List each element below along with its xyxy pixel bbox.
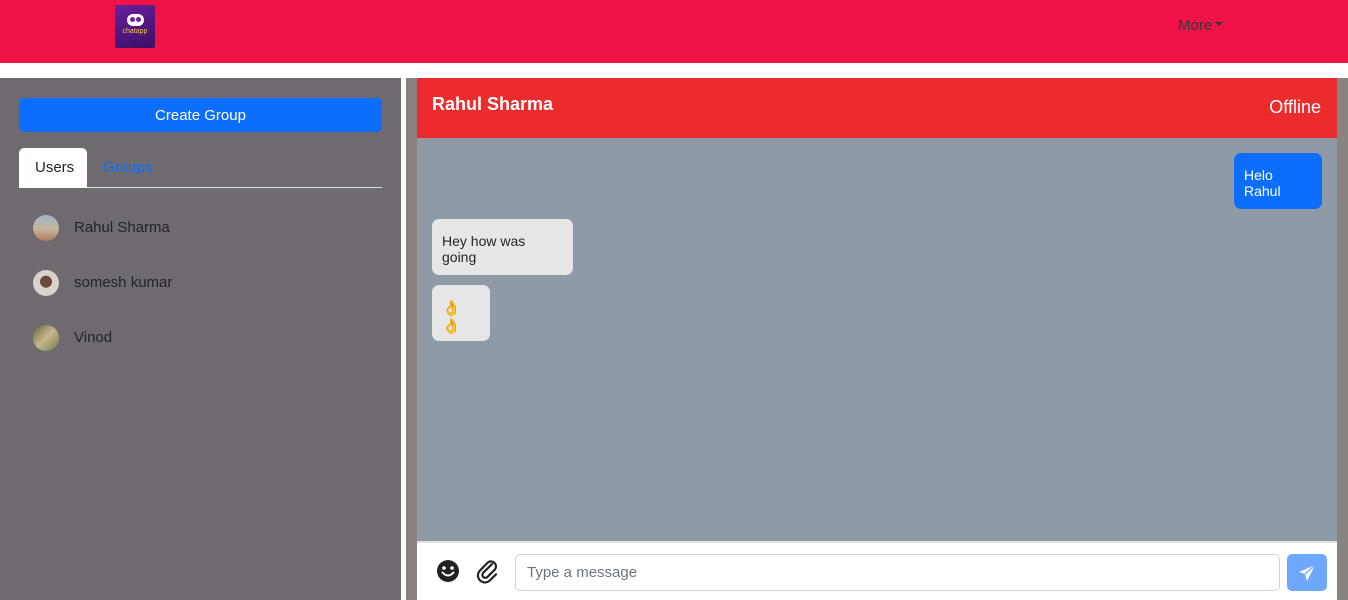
send-button[interactable] bbox=[1287, 554, 1327, 591]
send-icon bbox=[1299, 564, 1316, 581]
message-bubble-outgoing: Helo Rahul bbox=[1234, 153, 1322, 209]
user-name: Vinod bbox=[74, 329, 113, 346]
message-bubble-incoming: Hey how was going bbox=[432, 219, 573, 275]
user-item-vinod[interactable]: Vinod bbox=[33, 323, 373, 353]
message-list[interactable]: Helo Rahul Hey how was going 👌 👌 bbox=[417, 138, 1337, 541]
chatapp-logo[interactable]: chatapp bbox=[115, 5, 155, 48]
message-input[interactable] bbox=[515, 554, 1280, 591]
create-group-button[interactable]: Create Group bbox=[19, 98, 382, 132]
message-bubble-incoming: 👌 👌 bbox=[432, 285, 490, 341]
more-dropdown[interactable]: More bbox=[1178, 17, 1224, 34]
emoji-icon[interactable] bbox=[435, 558, 461, 584]
user-item-rahul-sharma[interactable]: Rahul Sharma bbox=[33, 213, 373, 243]
user-name: somesh kumar bbox=[74, 274, 173, 291]
logo-text: chatapp bbox=[122, 28, 148, 35]
chat-contact-name: Rahul Sharma bbox=[432, 94, 554, 114]
chat-header: Rahul Sharma Offline bbox=[417, 78, 1337, 138]
message-composer bbox=[417, 541, 1337, 600]
user-name: Rahul Sharma bbox=[74, 219, 170, 236]
tab-groups[interactable]: Groups bbox=[87, 148, 168, 188]
avatar bbox=[33, 215, 59, 241]
more-label: More bbox=[1178, 17, 1213, 34]
left-gutter bbox=[406, 78, 417, 600]
user-item-somesh-kumar[interactable]: somesh kumar bbox=[33, 268, 373, 298]
avatar bbox=[33, 270, 59, 296]
avatar bbox=[33, 325, 59, 351]
chat-status: Offline bbox=[1269, 97, 1321, 117]
top-navbar: chatapp More bbox=[0, 0, 1348, 63]
sidebar-tabs: Users Groups bbox=[19, 148, 382, 188]
paperclip-icon[interactable] bbox=[475, 558, 501, 584]
right-gutter bbox=[1337, 78, 1348, 600]
tab-users[interactable]: Users bbox=[19, 148, 87, 188]
caret-down-icon bbox=[1215, 22, 1224, 27]
logo-eyes-icon bbox=[127, 14, 144, 26]
